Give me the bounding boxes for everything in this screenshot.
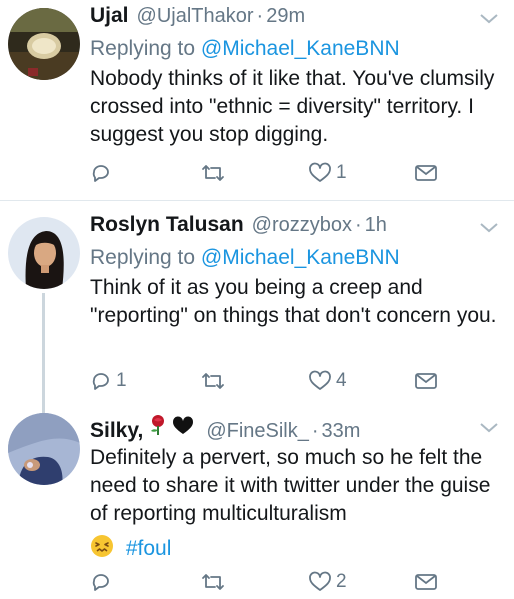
reply-button[interactable]: 1: [90, 366, 127, 396]
tweet-header: Roslyn Talusan @rozzybox · 1h: [90, 213, 500, 243]
reply-button[interactable]: [90, 158, 116, 188]
like-count: 1: [336, 162, 347, 183]
avatar-image: [8, 413, 80, 485]
replying-to: Replying to @Michael_KaneBNN: [90, 34, 500, 64]
display-name[interactable]: Roslyn Talusan: [90, 213, 244, 237]
dm-button[interactable]: [414, 567, 438, 597]
avatar-image: [8, 217, 80, 289]
display-name[interactable]: Ujal: [90, 4, 129, 28]
separator-dot: ·: [311, 420, 319, 442]
tweet-actions: 1: [90, 158, 490, 188]
tweet-actions: 1 4: [90, 366, 490, 396]
dm-button[interactable]: [414, 366, 438, 396]
black-heart-emoji-icon: [173, 416, 194, 434]
dm-button[interactable]: [414, 158, 438, 188]
envelope-icon: [415, 165, 437, 181]
timestamp[interactable]: 1h: [365, 214, 387, 237]
reply-icon: [92, 373, 109, 390]
retweet-button[interactable]: [200, 158, 230, 188]
replying-to-label: Replying to: [90, 37, 196, 60]
user-handle[interactable]: @UjalThakor: [137, 5, 254, 28]
hashtag-link[interactable]: #foul: [126, 537, 172, 560]
like-count: 2: [336, 571, 347, 592]
retweet-button[interactable]: [200, 366, 230, 396]
like-button[interactable]: 2: [308, 567, 347, 597]
like-button[interactable]: 4: [308, 366, 347, 396]
avatar[interactable]: [8, 413, 80, 485]
like-button[interactable]: 1: [308, 158, 347, 188]
chevron-down-icon[interactable]: [478, 419, 500, 435]
chevron-down-icon[interactable]: [478, 219, 500, 235]
envelope-icon: [415, 574, 437, 590]
tweet-roslyn[interactable]: Roslyn Talusan @rozzybox · 1h Replying t…: [0, 201, 514, 413]
tweet-ujal[interactable]: Ujal @UjalThakor · 29m Replying to @Mich…: [0, 0, 514, 200]
avatar-image: [8, 8, 80, 80]
timestamp[interactable]: 33m: [322, 420, 361, 443]
tweet-header: Ujal @UjalThakor · 29m: [90, 4, 500, 34]
timestamp[interactable]: 29m: [266, 5, 305, 28]
hashtag-line: #foul: [90, 534, 500, 564]
heart-icon: [309, 370, 331, 390]
replying-to: Replying to @Michael_KaneBNN: [90, 243, 500, 273]
retweet-icon: [202, 165, 224, 181]
user-handle[interactable]: @FineSilk_: [206, 420, 309, 443]
chevron-down-icon[interactable]: [478, 10, 500, 26]
separator-dot: ·: [256, 5, 264, 27]
reply-icon: [92, 574, 109, 591]
tweet-text: Definitely a pervert, so much so he felt…: [90, 446, 491, 525]
reply-count: 1: [116, 370, 127, 391]
reply-icon: [92, 165, 109, 182]
user-handle[interactable]: @rozzybox: [252, 214, 352, 237]
heart-icon: [309, 162, 331, 182]
mention-link[interactable]: @Michael_KaneBNN: [201, 246, 400, 269]
like-count: 4: [336, 370, 347, 391]
separator-dot: ·: [355, 214, 362, 236]
envelope-icon: [415, 373, 437, 389]
tweet-text: Nobody thinks of it like that. You've cl…: [90, 67, 495, 146]
avatar[interactable]: [8, 217, 80, 289]
tweet-header: Silky, @FineSilk_ · 33m: [90, 413, 500, 443]
tweet-text: Think of it as you being a creep and "re…: [90, 276, 497, 327]
reply-button[interactable]: [90, 567, 116, 597]
mention-link[interactable]: @Michael_KaneBNN: [201, 37, 400, 60]
display-name[interactable]: Silky,: [90, 419, 143, 443]
retweet-icon: [202, 373, 224, 389]
tweet-actions: 2: [90, 567, 490, 597]
replying-to-label: Replying to: [90, 246, 196, 269]
rose-emoji-icon: [151, 415, 165, 435]
avatar[interactable]: [8, 8, 80, 80]
retweet-icon: [202, 574, 224, 590]
thread-line: [42, 293, 45, 413]
heart-icon: [309, 571, 331, 591]
confounded-face-emoji-icon: [91, 535, 113, 557]
retweet-button[interactable]: [200, 567, 230, 597]
tweet-silky[interactable]: Silky, @FineSilk_ · 33m Definitely a per…: [0, 413, 514, 599]
